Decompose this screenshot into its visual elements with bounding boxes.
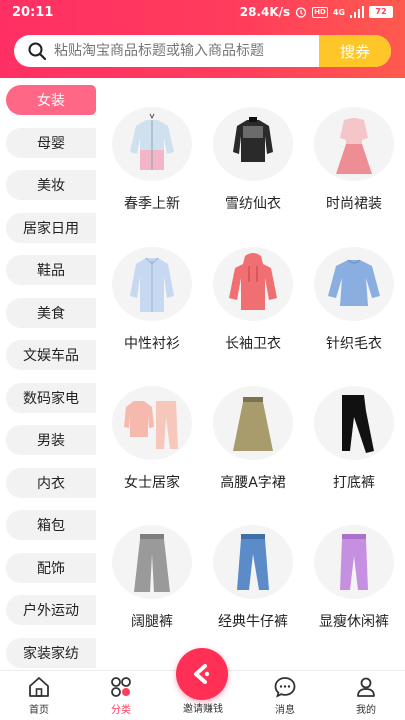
grid-item[interactable]: 针织毛衣 (304, 218, 404, 353)
status-indicators: 28.4K/s HD 4G 72 (240, 5, 393, 19)
signal-icon (350, 6, 364, 18)
invite-label: 邀请赚钱 (183, 704, 223, 715)
skirt-icon (213, 386, 293, 460)
grid-item-label: 针织毛衣 (326, 336, 382, 352)
grid-item-label: 女士居家 (124, 475, 180, 491)
search-input[interactable] (54, 35, 319, 67)
sidebar-item-accessories[interactable]: 配饰 (6, 553, 96, 583)
message-icon (274, 677, 296, 698)
wide-pants-icon (112, 525, 192, 599)
status-bar: 20:11 28.4K/s HD 4G 72 (0, 0, 405, 28)
blouse-icon (213, 107, 293, 181)
alarm-icon (296, 7, 307, 18)
sidebar-item-digital[interactable]: 数码家电 (6, 383, 96, 413)
signal-type: 4G (332, 7, 345, 17)
pajamas-icon (112, 386, 192, 460)
grid-item[interactable]: 时尚裙装 (304, 78, 404, 213)
hoodie-icon (213, 247, 293, 321)
sidebar-item-shoes[interactable]: 鞋品 (6, 255, 96, 285)
sidebar-item-food[interactable]: 美食 (6, 298, 96, 328)
grid-item-label: 经典牛仔裤 (218, 614, 288, 630)
dress-icon (314, 107, 394, 181)
grid-item-label: 中性衬衫 (124, 336, 180, 352)
jacket-icon (112, 107, 192, 181)
sidebar-item-beauty[interactable]: 美妆 (6, 170, 96, 200)
sidebar-item-baby[interactable]: 母婴 (6, 128, 96, 158)
jeans-icon (213, 525, 293, 599)
grid-item[interactable]: 雪纺仙衣 (203, 78, 303, 213)
nav-messages-label: 消息 (275, 705, 295, 716)
sidebar-item-household[interactable]: 居家日用 (6, 213, 96, 243)
grid-item[interactable]: 长袖卫衣 (203, 218, 303, 353)
sidebar-item-underwear[interactable]: 内衣 (6, 468, 96, 498)
sidebar-item-outdoor[interactable]: 户外运动 (6, 595, 96, 625)
nav-profile[interactable]: 我的 (336, 675, 396, 719)
nav-category-label: 分类 (111, 705, 131, 716)
grid-item-label: 阔腿裤 (131, 614, 173, 630)
sidebar-item-home-textile[interactable]: 家装家纺 (6, 638, 96, 668)
grid-item[interactable]: 春季上新 (102, 78, 202, 213)
search-coupon-button[interactable]: 搜券 (319, 35, 391, 67)
header: 20:11 28.4K/s HD 4G 72 搜券 (0, 0, 405, 78)
search-icon (20, 35, 54, 67)
grid-item-label: 雪纺仙衣 (225, 196, 281, 212)
nav-home[interactable]: 首页 (9, 675, 69, 719)
sidebar-item-bags[interactable]: 箱包 (6, 510, 96, 540)
status-time: 20:11 (12, 5, 54, 20)
grid-item[interactable]: 高腰A字裙 (203, 357, 303, 492)
grid-item[interactable]: 女士居家 (102, 357, 202, 492)
grid-item-label: 春季上新 (124, 196, 180, 212)
nav-category[interactable]: 分类 (91, 675, 151, 719)
grid-item-label: 显瘦休闲裤 (319, 614, 389, 630)
grid-item-label: 打底裤 (333, 475, 375, 491)
home-icon (29, 677, 49, 697)
leggings-icon (314, 386, 394, 460)
sidebar-item-womens[interactable]: 女装 (6, 85, 96, 115)
invite-button[interactable] (176, 648, 228, 700)
sweater-icon (314, 247, 394, 321)
subcategory-grid: 春季上新 雪纺仙衣 时尚裙装 中性衬衫 长袖卫衣 针织毛衣 女士居家 高腰A字裙… (100, 78, 405, 670)
category-icon (111, 677, 131, 697)
casual-pants-icon (314, 525, 394, 599)
nav-profile-label: 我的 (356, 705, 376, 716)
grid-item-label: 长袖卫衣 (225, 336, 281, 352)
grid-item[interactable]: 经典牛仔裤 (203, 496, 303, 631)
grid-item[interactable]: 打底裤 (304, 357, 404, 492)
nav-home-label: 首页 (29, 705, 49, 716)
category-sidebar: 女装 母婴 美妆 居家日用 鞋品 美食 文娱车品 数码家电 男装 内衣 箱包 配… (0, 78, 100, 670)
sidebar-item-mens[interactable]: 男装 (6, 425, 96, 455)
search-bar[interactable]: 搜券 (14, 35, 391, 67)
grid-item-label: 高腰A字裙 (220, 475, 286, 491)
grid-item[interactable]: 显瘦休闲裤 (304, 496, 404, 631)
battery-icon: 72 (369, 6, 393, 18)
sidebar-item-entertainment[interactable]: 文娱车品 (6, 340, 96, 370)
grid-item-label: 时尚裙装 (326, 196, 382, 212)
network-speed: 28.4K/s (239, 5, 291, 19)
shirt-icon (112, 247, 192, 321)
grid-item[interactable]: 阔腿裤 (102, 496, 202, 631)
profile-icon (357, 677, 375, 697)
hd-icon: HD (312, 6, 328, 18)
grid-item[interactable]: 中性衬衫 (102, 218, 202, 353)
nav-messages[interactable]: 消息 (255, 675, 315, 719)
invite-icon (194, 664, 210, 684)
